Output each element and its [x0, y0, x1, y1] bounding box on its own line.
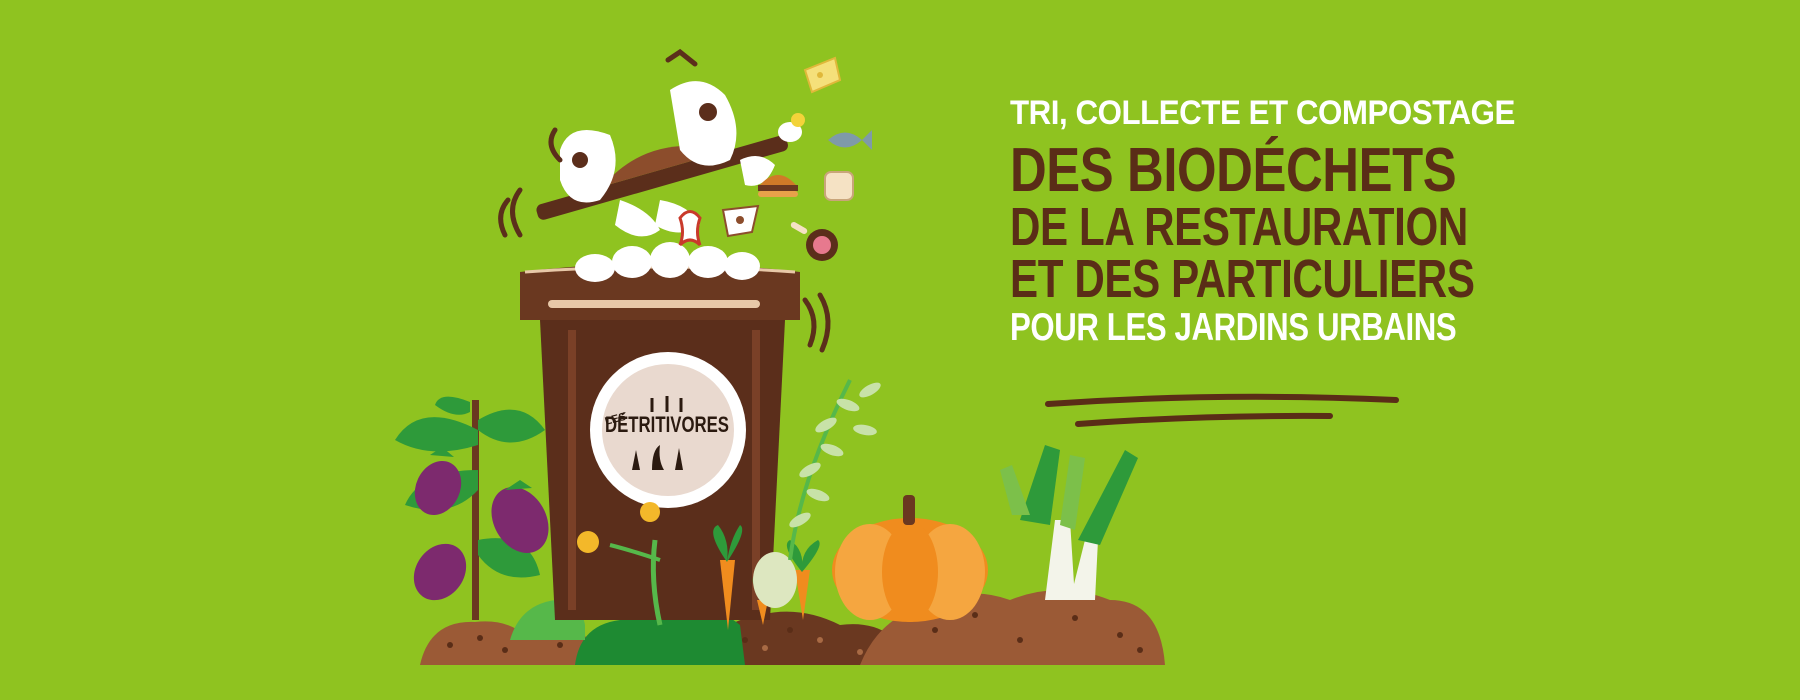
logo-name: DÉTRITIVORES [605, 412, 729, 437]
cup-icon [721, 204, 760, 238]
headline-line-4: ET DES PARTICULIERS [1010, 249, 1475, 309]
egg-icon [778, 113, 805, 142]
bread-icon [824, 171, 854, 201]
pumpkin [832, 495, 988, 622]
leeks [1000, 445, 1138, 600]
headline-underline [1045, 393, 1399, 427]
cheese-icon [803, 56, 842, 94]
banner: LES DÉTRITIVORES TRI, COLLECTE ET COMPOS… [0, 0, 1800, 700]
headline-line-2: DES BIODÉCHETS [1010, 136, 1457, 205]
apple-core-icon [678, 210, 702, 247]
headline-line-3: DE LA RESTAURATION [1010, 197, 1468, 257]
fish-icon [828, 130, 872, 150]
headline-line-5: POUR LES JARDINS URBAINS [1010, 306, 1457, 349]
headline: TRI, COLLECTE ET COMPOSTAGE DES BIODÉCHE… [1010, 94, 1515, 349]
compost-bin-illustration: LES DÉTRITIVORES [395, 48, 1399, 665]
eggplant-plant [395, 396, 549, 620]
ham-icon [790, 222, 838, 261]
headline-line-1: TRI, COLLECTE ET COMPOSTAGE [1010, 94, 1515, 132]
compost-bin: LES DÉTRITIVORES [498, 48, 831, 620]
